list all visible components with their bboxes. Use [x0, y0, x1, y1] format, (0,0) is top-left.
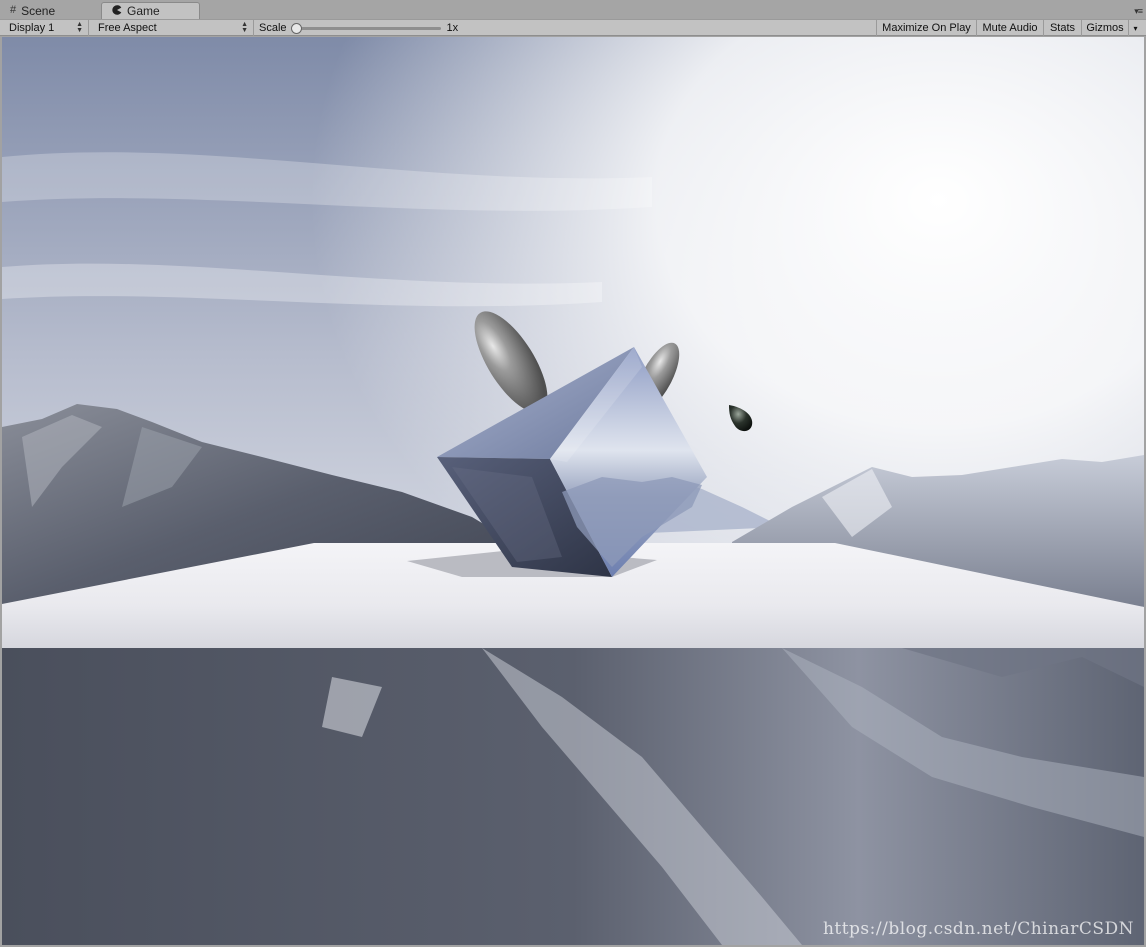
tab-scene[interactable]: # Scene	[0, 2, 98, 19]
dropdown-arrows-icon: ▲ ▼	[241, 21, 248, 34]
gizmos-dropdown-button[interactable]: ▾	[1128, 20, 1142, 36]
tab-scene-label: Scene	[21, 3, 56, 18]
aspect-dropdown-label: Free Aspect	[98, 22, 157, 34]
gizmos-button[interactable]: Gizmos	[1081, 20, 1128, 36]
scale-slider[interactable]	[290, 22, 441, 34]
window-tab-bar: # Scene Game ▾≡	[0, 0, 1146, 19]
tab-game[interactable]: Game	[101, 2, 200, 19]
scale-label: Scale	[259, 22, 287, 34]
mute-audio-button[interactable]: Mute Audio	[976, 20, 1043, 36]
chevron-down-icon: ▾	[1133, 23, 1138, 33]
aspect-dropdown[interactable]: Free Aspect ▲ ▼	[93, 20, 254, 36]
stats-button[interactable]: Stats	[1043, 20, 1081, 36]
display-dropdown-label: Display 1	[9, 22, 55, 34]
grid-icon: #	[10, 4, 17, 16]
pacman-icon	[112, 4, 122, 18]
tab-game-label: Game	[127, 4, 160, 18]
stats-label: Stats	[1049, 22, 1076, 34]
scale-slider-thumb[interactable]	[290, 22, 302, 34]
window-menu-icon[interactable]: ▾≡	[1134, 6, 1143, 17]
maximize-on-play-button[interactable]: Maximize On Play	[876, 20, 976, 36]
watermark-text: https://blog.csdn.net/ChinarCSDN	[822, 919, 1134, 939]
scale-control: Scale 1x	[254, 20, 464, 36]
game-view-toolbar: Display 1 ▲ ▼ Free Aspect ▲ ▼ Scale 1x Max…	[0, 19, 1146, 36]
dropdown-arrows-icon: ▲ ▼	[76, 21, 83, 34]
mute-audio-label: Mute Audio	[982, 22, 1038, 34]
scale-value: 1x	[446, 22, 459, 34]
display-dropdown[interactable]: Display 1 ▲ ▼	[4, 20, 89, 36]
maximize-on-play-label: Maximize On Play	[882, 22, 971, 34]
game-scene-render	[2, 37, 1144, 945]
game-viewport[interactable]: https://blog.csdn.net/ChinarCSDN	[2, 37, 1144, 945]
gizmos-label: Gizmos	[1086, 22, 1124, 34]
